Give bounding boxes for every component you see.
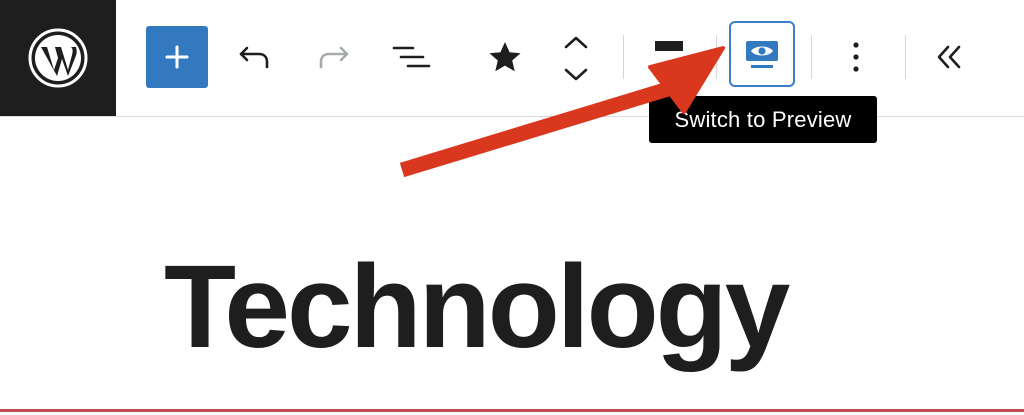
double-chevron-left-icon [937, 45, 961, 69]
toolbar-separator [716, 35, 717, 79]
redo-button[interactable] [302, 26, 364, 88]
star-icon [489, 42, 521, 72]
wordpress-logo-button[interactable] [0, 0, 116, 116]
chevron-up-down-icon [564, 36, 588, 81]
undo-icon [239, 46, 269, 69]
toolbar-separator [905, 35, 906, 79]
preview-tooltip: Switch to Preview [649, 96, 877, 143]
redo-icon [319, 46, 349, 69]
undo-button[interactable] [224, 26, 286, 88]
plus-icon [165, 45, 189, 69]
toolbar-separator [623, 35, 624, 79]
content-bottom-border [0, 409, 1024, 412]
options-button[interactable] [825, 26, 887, 88]
toolbar-separator [811, 35, 812, 79]
block-type-thumbnail [655, 41, 683, 51]
more-vertical-icon [853, 42, 859, 72]
add-block-button[interactable] [146, 26, 208, 88]
wordpress-logo-icon [28, 28, 88, 88]
favorite-button[interactable] [474, 26, 536, 88]
document-overview-button[interactable] [380, 26, 442, 88]
list-view-icon [392, 46, 431, 68]
move-block-buttons[interactable] [546, 28, 606, 90]
collapse-sidebar-button[interactable] [918, 26, 980, 88]
preview-eye-icon [746, 41, 778, 68]
switch-to-preview-button[interactable] [729, 21, 795, 87]
page-title[interactable]: Technology [164, 232, 790, 382]
